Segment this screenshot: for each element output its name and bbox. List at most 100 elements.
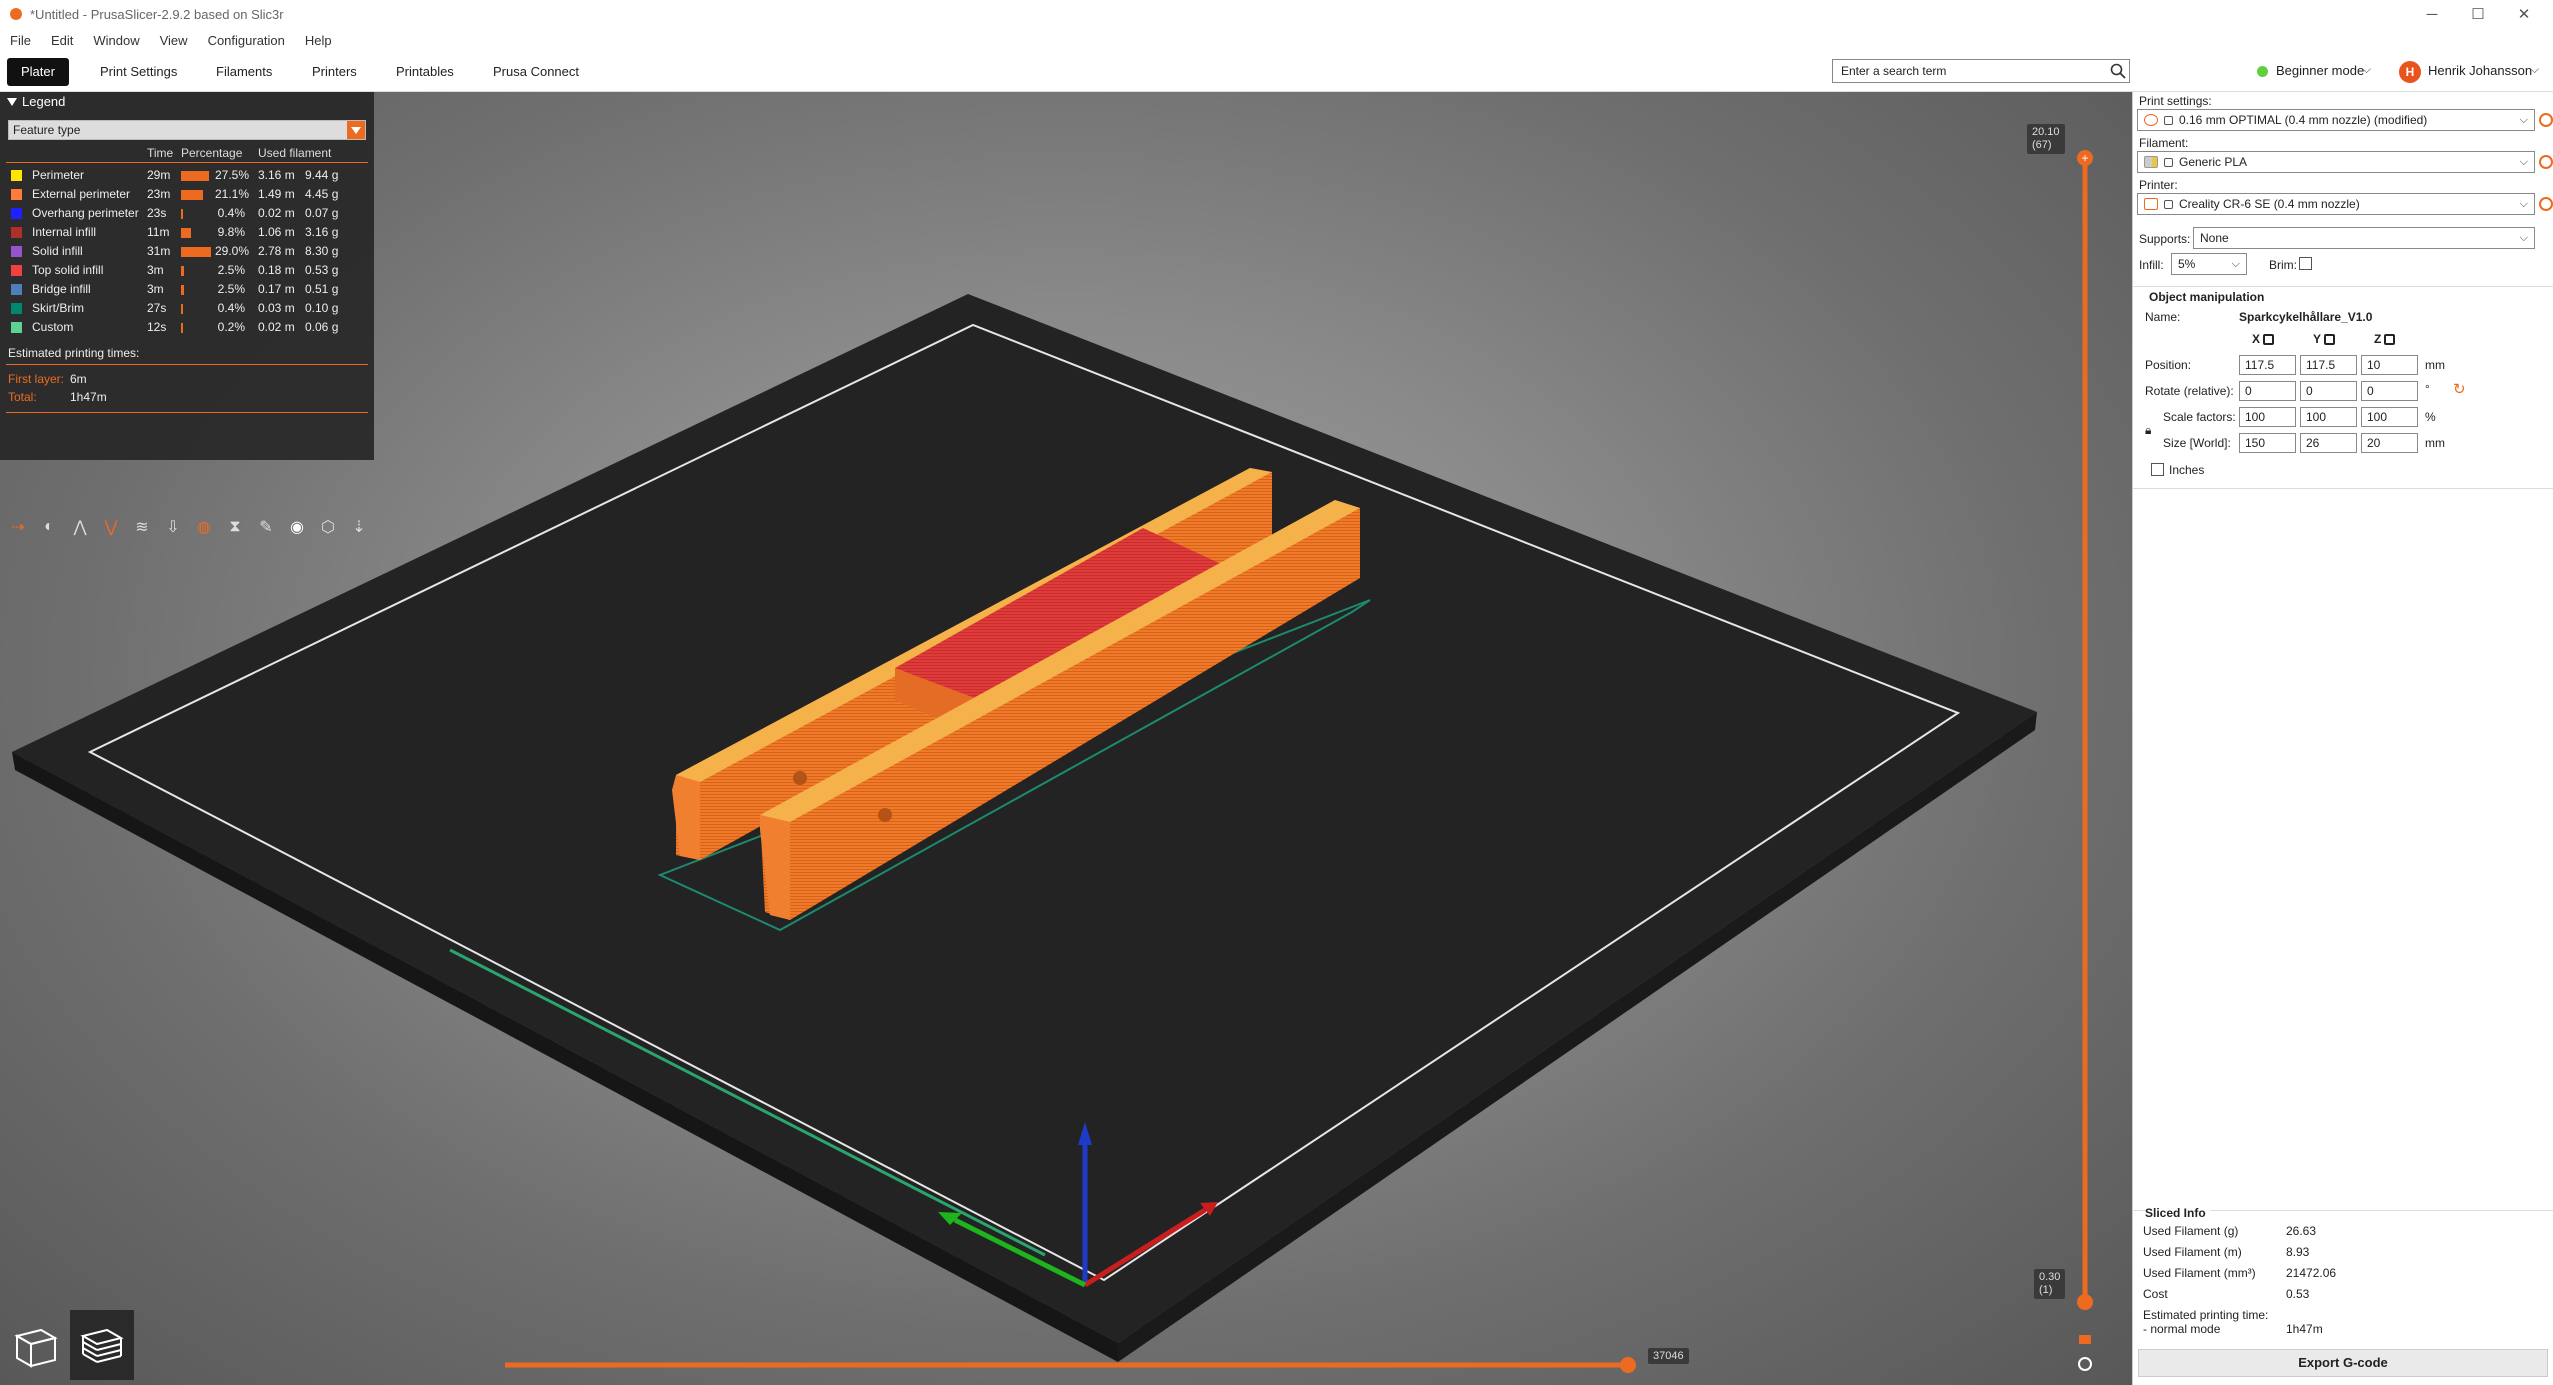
- shells-icon[interactable]: ⬡: [316, 515, 340, 539]
- menu-view[interactable]: View: [160, 33, 188, 48]
- maximize-button[interactable]: ☐: [2455, 0, 2501, 28]
- lock-icon: [2164, 116, 2173, 125]
- user-name[interactable]: Henrik Johansson: [2428, 63, 2532, 78]
- legend-row[interactable]: Overhang perimeter 23s 0.4% 0.02 m 0.07 g: [0, 204, 374, 223]
- minimize-button[interactable]: ─: [2409, 0, 2455, 28]
- deretractions-icon[interactable]: ⋁: [99, 515, 123, 539]
- layers-icon: [80, 1328, 124, 1363]
- svg-text:+: +: [2081, 151, 2088, 165]
- feature-weight: 9.44 g: [305, 168, 339, 182]
- search-icon[interactable]: [2110, 63, 2126, 79]
- layer-slider[interactable]: +: [2077, 150, 2093, 1371]
- gear-icon[interactable]: [2539, 113, 2553, 127]
- feature-weight: 0.07 g: [305, 206, 339, 220]
- export-gcode-button[interactable]: Export G-code: [2138, 1349, 2548, 1377]
- feature-color-swatch: [11, 246, 22, 257]
- drop-to-bed-icon[interactable]: [2384, 334, 2396, 345]
- view-type-select[interactable]: Feature type: [8, 120, 366, 140]
- legend-row[interactable]: External perimeter 23m 21.1% 1.49 m 4.45 g: [0, 185, 374, 204]
- menu-window[interactable]: Window: [93, 33, 139, 48]
- legend-title[interactable]: Legend: [0, 92, 374, 112]
- view-3d-button[interactable]: [4, 1310, 68, 1380]
- legend-row[interactable]: Perimeter 29m 27.5% 3.16 m 9.44 g: [0, 166, 374, 185]
- filament-select[interactable]: Generic PLA ⌵: [2137, 151, 2535, 173]
- estimated-time-label: Estimated printing time:: [2143, 1308, 2269, 1322]
- gear-icon[interactable]: [2539, 155, 2553, 169]
- drop-to-bed-icon[interactable]: [2324, 334, 2336, 345]
- close-button[interactable]: ✕: [2501, 0, 2547, 28]
- rotate-y-input[interactable]: 0: [2300, 381, 2357, 401]
- menu-file[interactable]: File: [10, 33, 31, 48]
- travel-icon[interactable]: ⇢: [6, 515, 30, 539]
- tab-printables[interactable]: Printables: [382, 58, 468, 86]
- legend-row[interactable]: Top solid infill 3m 2.5% 0.18 m 0.53 g: [0, 261, 374, 280]
- rotate-x-input[interactable]: 0: [2239, 381, 2296, 401]
- size-z-input[interactable]: 20: [2361, 433, 2418, 453]
- feature-time: 31m: [147, 244, 171, 258]
- scale-y-input[interactable]: 100: [2300, 407, 2357, 427]
- feature-percentage-bar: [181, 266, 184, 276]
- drop-to-bed-icon[interactable]: [2263, 334, 2275, 345]
- supports-select[interactable]: None ⌵: [2193, 227, 2535, 249]
- legend-row[interactable]: Solid infill 31m 29.0% 2.78 m 8.30 g: [0, 242, 374, 261]
- scale-z-input[interactable]: 100: [2361, 407, 2418, 427]
- pause-icon[interactable]: ⧗: [223, 515, 247, 539]
- feature-weight: 8.30 g: [305, 244, 339, 258]
- menu-help[interactable]: Help: [305, 33, 332, 48]
- retractions-icon[interactable]: ⋀: [68, 515, 92, 539]
- tab-filaments[interactable]: Filaments: [202, 58, 286, 86]
- avatar[interactable]: H: [2399, 61, 2421, 83]
- position-x-input[interactable]: 117.5: [2239, 355, 2296, 375]
- brim-checkbox[interactable]: [2299, 257, 2312, 270]
- tool-marker-icon[interactable]: ⇣: [347, 515, 371, 539]
- legend-row[interactable]: Internal infill 11m 9.8% 1.06 m 3.16 g: [0, 223, 374, 242]
- chevron-down-icon[interactable]: [347, 121, 365, 139]
- search-input[interactable]: Enter a search term: [1832, 59, 2130, 83]
- size-x-input[interactable]: 150: [2239, 433, 2296, 453]
- reset-rotation-icon[interactable]: ↻: [2453, 380, 2466, 398]
- used-filament-m-value: 8.93: [2286, 1245, 2310, 1259]
- normal-mode-label: - normal mode: [2143, 1322, 2221, 1336]
- layer-slider-bottom-handle[interactable]: [2077, 1294, 2093, 1310]
- feature-color-swatch: [11, 322, 22, 333]
- lock-scale-icon[interactable]: 🔒︎: [2145, 423, 2151, 438]
- print-settings-select[interactable]: 0.16 mm OPTIMAL (0.4 mm nozzle) (modifie…: [2137, 109, 2535, 131]
- size-y-input[interactable]: 26: [2300, 433, 2357, 453]
- menu-configuration[interactable]: Configuration: [208, 33, 285, 48]
- position-z-input[interactable]: 10: [2361, 355, 2418, 375]
- feature-percentage: 0.4%: [217, 206, 245, 220]
- view-preview-button[interactable]: [70, 1310, 134, 1380]
- infill-select[interactable]: 5% ⌵: [2171, 253, 2247, 275]
- color-changes-icon[interactable]: ◍: [192, 515, 216, 539]
- scale-x-input[interactable]: 100: [2239, 407, 2296, 427]
- tab-print-settings[interactable]: Print Settings: [86, 58, 191, 86]
- inches-checkbox[interactable]: [2151, 463, 2164, 476]
- brim-label: Brim:: [2269, 258, 2297, 272]
- position-y-input[interactable]: 117.5: [2300, 355, 2357, 375]
- legend-row[interactable]: Bridge infill 3m 2.5% 0.17 m 0.51 g: [0, 280, 374, 299]
- tab-prusa-connect[interactable]: Prusa Connect: [479, 58, 593, 86]
- chevron-down-icon[interactable]: ⌵: [2530, 62, 2539, 77]
- feature-percentage-bar: [181, 228, 192, 238]
- tool-changes-icon[interactable]: ⇩: [161, 515, 185, 539]
- center-of-gravity-icon[interactable]: ◉: [285, 515, 309, 539]
- move-slider-handle[interactable]: [1620, 1357, 1636, 1373]
- custom-gcode-icon[interactable]: ✎: [254, 515, 278, 539]
- feature-length: 2.78 m: [258, 244, 295, 258]
- tab-plater[interactable]: Plater: [7, 58, 69, 86]
- feature-percentage-bar: [181, 190, 203, 200]
- feature-name: Custom: [32, 320, 74, 334]
- seams-icon[interactable]: ≋: [130, 515, 154, 539]
- wipe-icon[interactable]: ◐: [37, 515, 61, 539]
- tab-printers[interactable]: Printers: [298, 58, 371, 86]
- gear-icon[interactable]: [2539, 197, 2553, 211]
- move-slider[interactable]: [505, 1357, 1636, 1373]
- printer-select[interactable]: Creality CR-6 SE (0.4 mm nozzle) ⌵: [2137, 193, 2535, 215]
- chevron-down-icon[interactable]: ⌵: [2362, 62, 2371, 77]
- legend-row[interactable]: Skirt/Brim 27s 0.4% 0.03 m 0.10 g: [0, 299, 374, 318]
- legend-row[interactable]: Custom 12s 0.2% 0.02 m 0.06 g: [0, 318, 374, 337]
- mode-selector[interactable]: Beginner mode: [2276, 63, 2364, 78]
- menu-edit[interactable]: Edit: [51, 33, 73, 48]
- rotate-z-input[interactable]: 0: [2361, 381, 2418, 401]
- axis-z-header: Z: [2374, 332, 2396, 346]
